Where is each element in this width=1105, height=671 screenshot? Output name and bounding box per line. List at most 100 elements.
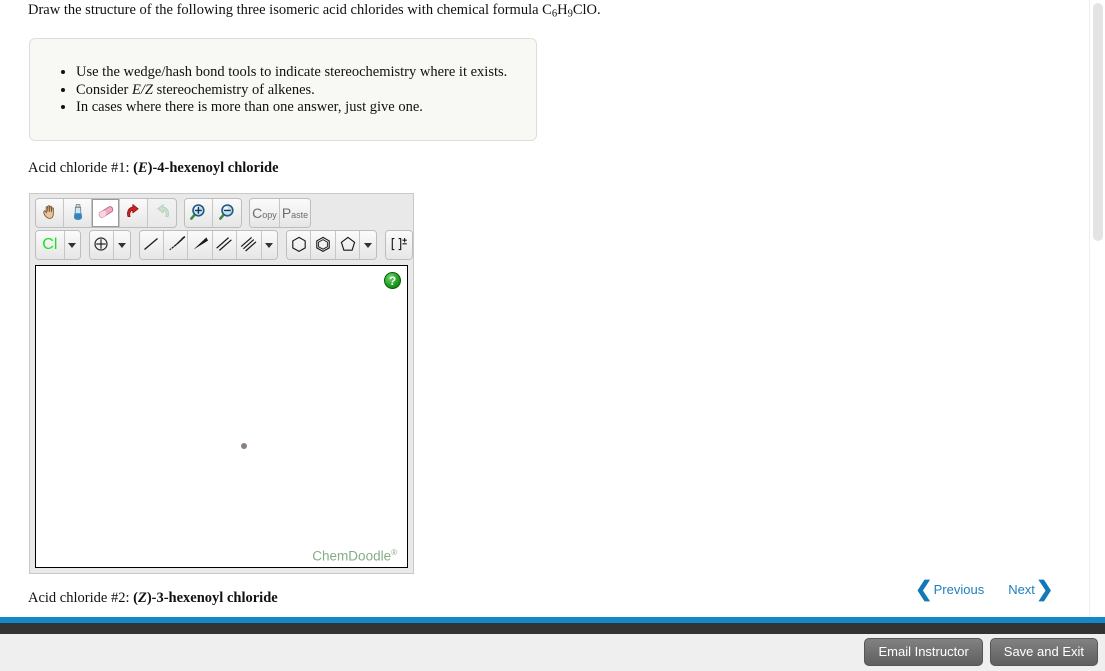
dark-divider-bar [0,623,1105,634]
tool-group-charge [88,230,131,260]
save-and-exit-button[interactable]: Save and Exit [989,638,1098,666]
element-dropdown-button[interactable] [64,231,80,259]
prompt-h: H [557,2,568,18]
footer-actions: Email Instructor Save and Exit [864,638,1098,666]
previous-link[interactable]: ❮ Previous [915,579,984,600]
structure-1-prefix: Acid chloride #1: [28,160,134,176]
structure-2-rest: )-3-hexenoyl chloride [146,590,278,606]
paste-big-letter: P [281,205,292,221]
single-bond-icon [141,235,161,256]
instruction-2-prefix: Consider [76,81,132,98]
double-bond-tool-button[interactable] [212,231,238,259]
redo-icon [153,203,172,224]
instructions-list: Use the wedge/hash bond tools to indicat… [30,39,536,117]
chemdoodle-sketcher: Copy Paste Cl ? ChemDoodle® [29,193,414,574]
chevron-down-icon [68,242,77,248]
footer-bar: Email Instructor Save and Exit [0,634,1105,671]
vertical-scrollbar[interactable] [1089,0,1105,617]
double-bond-icon [214,235,234,256]
structure-2-stereo: Z [137,590,147,606]
eraser-icon [96,203,116,224]
paste-label: Paste [282,206,308,220]
tool-group-bonds [138,230,279,260]
structure-1-label: Acid chloride #1: (E)-4-hexenoyl chlorid… [28,160,279,177]
instruction-item-1: Use the wedge/hash bond tools to indicat… [76,64,536,81]
zoom-out-tool-button[interactable] [213,199,241,227]
structure-2-label: Acid chloride #2: (Z)-3-hexenoyl chlorid… [28,590,278,607]
ring-dropdown-button[interactable] [360,231,376,259]
cyclopentane-ring-tool-button[interactable] [335,231,361,259]
tool-group-rings [286,230,377,260]
instruction-item-3: In cases where there is more than one an… [76,99,536,116]
tool-group-element: Cl [35,230,81,260]
hash-wedge-bond-icon [166,235,186,256]
vertical-scrollbar-thumb[interactable] [1093,3,1103,241]
pan-hand-tool-button[interactable] [36,199,64,227]
eyedropper-tool-button[interactable] [64,199,92,227]
instruction-2-suffix: stereochemistry of alkenes. [152,81,315,98]
element-chlorine-button[interactable]: Cl [36,231,65,259]
structure-1-rest: )-4-hexenoyl chloride [147,160,279,176]
benzene-ring-tool-button[interactable] [311,231,336,259]
instruction-item-2: Consider E/Z stereochemistry of alkenes. [76,82,536,99]
zoom-in-icon [189,203,208,224]
bond-dropdown-button[interactable] [261,231,278,259]
help-icon[interactable]: ? [384,272,401,289]
next-label: Next [1008,582,1035,597]
chevron-down-icon [117,242,126,248]
copy-button[interactable]: Copy [250,199,280,227]
chevron-down-icon [364,242,373,248]
prompt-text-after: ClO. [572,2,601,18]
bracket-charge-tool-button[interactable] [385,231,412,259]
solid-wedge-bond-tool-button[interactable] [188,231,213,259]
cyclohexane-ring-icon [289,235,309,256]
triple-bond-icon [239,235,259,256]
next-link[interactable]: Next ❯ [1008,579,1053,600]
watermark-registered-icon: ® [391,547,397,557]
paste-small-letters: aste [291,210,309,220]
cyclopentane-ring-icon [338,235,358,256]
redo-tool-button[interactable] [148,199,176,227]
single-bond-tool-button[interactable] [139,231,164,259]
zoom-out-icon [218,203,237,224]
zoom-in-tool-button[interactable] [185,199,213,227]
pagination-controls: ❮ Previous Next ❯ [915,579,1054,600]
charge-dropdown-button[interactable] [113,231,130,259]
tool-group-clipboard: Copy Paste [249,198,311,228]
molecule-drawing-canvas[interactable]: ? ChemDoodle® [35,265,408,568]
triple-bond-tool-button[interactable] [237,231,262,259]
bracket-charge-icon [388,235,410,256]
page-title: Draw the structure of the following thre… [28,1,601,24]
instructions-callout: Use the wedge/hash bond tools to indicat… [29,38,537,141]
undo-tool-button[interactable] [120,199,148,227]
tool-group-zoom [184,198,242,228]
eraser-tool-button[interactable] [92,199,120,227]
chevron-right-icon: ❯ [1035,578,1054,601]
prompt-text-before: Draw the structure of the following thre… [28,2,552,18]
eyedropper-icon [69,203,87,224]
solid-wedge-bond-icon [190,235,210,256]
benzene-ring-icon [313,235,333,256]
structure-1-stereo: E [137,160,148,176]
structure-2-name: (Z)-3-hexenoyl chloride [133,590,278,606]
watermark-text: ChemDoodle [312,548,392,563]
pan-hand-icon [41,203,59,224]
charge-tool-button[interactable] [89,231,114,259]
canvas-center-atom[interactable] [241,443,247,449]
cyclohexane-ring-tool-button[interactable] [287,231,312,259]
tool-group-bracket [384,230,413,260]
chemdoodle-watermark: ChemDoodle® [312,548,397,564]
chevron-down-icon [265,242,274,248]
copy-big-letter: C [252,205,263,221]
sketcher-toolbar-row-2: Cl [30,228,413,260]
copy-small-letters: opy [262,210,277,220]
content-area: Draw the structure of the following thre… [0,0,1089,617]
sketcher-toolbar-row-1: Copy Paste [30,194,413,228]
tool-group-edit [35,198,177,228]
paste-button[interactable]: Paste [280,199,310,227]
structure-2-prefix: Acid chloride #2: [28,590,134,606]
email-instructor-button[interactable]: Email Instructor [864,638,983,666]
chevron-left-icon: ❮ [915,578,933,601]
plus-circle-icon [92,235,110,256]
hash-wedge-bond-tool-button[interactable] [163,231,189,259]
